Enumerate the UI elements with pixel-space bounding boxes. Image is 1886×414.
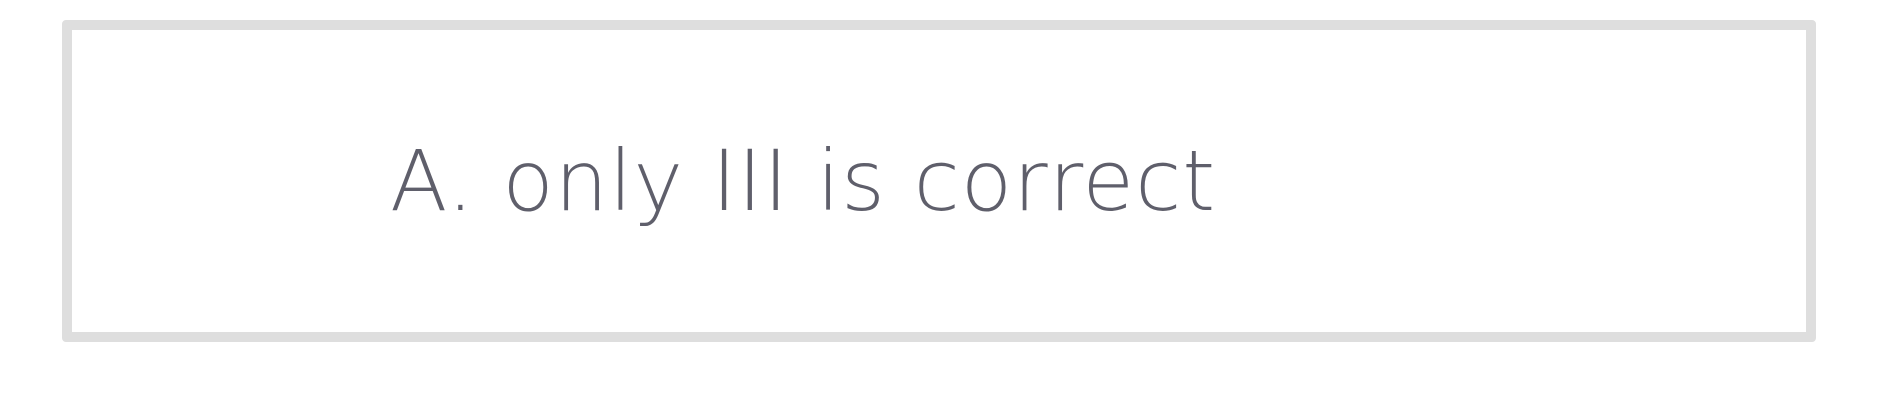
answer-option-a[interactable]: A. only III is correct [62, 20, 1816, 342]
answer-option-label: A. only III is correct [390, 132, 1217, 230]
